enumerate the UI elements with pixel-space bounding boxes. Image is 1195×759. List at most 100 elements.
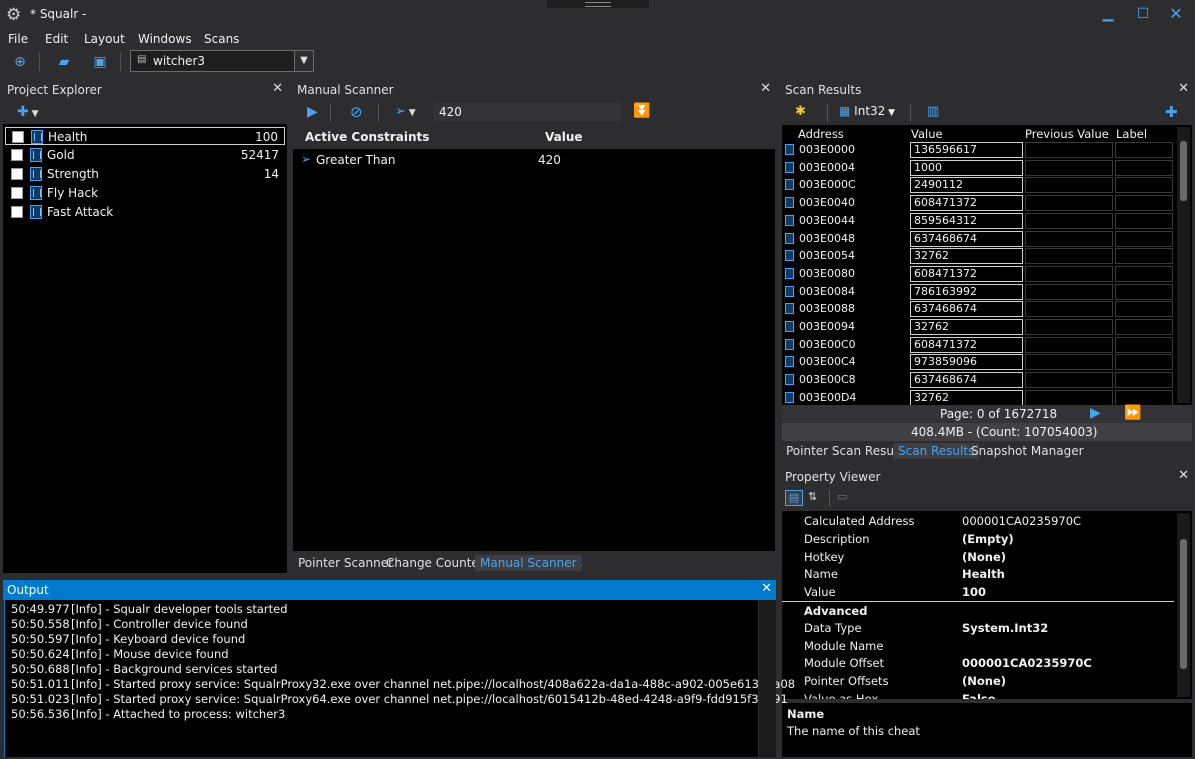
sort-alpha-icon[interactable]: ⇅ bbox=[808, 490, 817, 503]
project-item[interactable]: Health 100 bbox=[5, 127, 285, 145]
property-row[interactable]: Calculated Address 000001CA0235970C bbox=[782, 512, 1174, 530]
property-row[interactable]: Value as Hex False bbox=[782, 690, 1174, 699]
property-row[interactable]: Name Health bbox=[782, 565, 1174, 583]
table-row[interactable]: 003E00C0 608471372 bbox=[782, 336, 1174, 354]
project-item[interactable]: Fly Hack bbox=[5, 184, 285, 202]
play-icon[interactable]: ▶ bbox=[307, 104, 318, 120]
close-icon[interactable]: ✕ bbox=[760, 81, 771, 96]
property-value[interactable]: 000001CA0235970C bbox=[962, 656, 1092, 670]
value-cell[interactable]: 1000 bbox=[910, 159, 1023, 176]
crosshair-icon[interactable]: ⊕ bbox=[11, 53, 29, 71]
property-value[interactable]: False bbox=[962, 692, 996, 699]
menu-windows[interactable]: Windows bbox=[138, 32, 192, 46]
next-page-icon[interactable]: ▶ bbox=[1090, 405, 1101, 421]
property-row[interactable]: Module Name bbox=[782, 637, 1174, 655]
add-selected-icon[interactable]: ✱ bbox=[795, 104, 806, 119]
table-row[interactable]: 003E0094 32762 bbox=[782, 318, 1174, 336]
value-cell[interactable]: 608471372 bbox=[910, 195, 1023, 212]
property-value[interactable]: Health bbox=[962, 567, 1005, 581]
close-button[interactable]: ✕ bbox=[1163, 4, 1189, 24]
property-row[interactable]: Data Type System.Int32 bbox=[782, 619, 1174, 637]
property-value[interactable]: 100 bbox=[962, 585, 986, 599]
close-icon[interactable]: ✕ bbox=[272, 81, 283, 96]
property-pages-icon[interactable]: ▭ bbox=[837, 490, 847, 503]
property-section[interactable]: Advanced bbox=[782, 601, 1174, 619]
property-value[interactable]: (None) bbox=[962, 550, 1006, 564]
categorized-icon[interactable]: ▤ bbox=[785, 490, 803, 506]
menu-scans[interactable]: Scans bbox=[204, 32, 239, 46]
table-row[interactable]: 003E00C4 973859096 bbox=[782, 353, 1174, 371]
scan-value-input[interactable]: 420 bbox=[433, 102, 621, 122]
checkbox[interactable] bbox=[12, 131, 24, 143]
scrollbar[interactable] bbox=[1177, 513, 1190, 697]
drag-handle[interactable] bbox=[547, 0, 649, 8]
data-type-select[interactable]: ▦ Int32 ▼ bbox=[839, 104, 895, 118]
last-page-icon[interactable]: ⏩ bbox=[1124, 405, 1141, 421]
value-cell[interactable]: 2490112 bbox=[910, 177, 1023, 194]
table-row[interactable]: 003E000C 2490112 bbox=[782, 176, 1174, 194]
table-row[interactable]: 003E0004 1000 bbox=[782, 159, 1174, 177]
add-constraint-icon[interactable]: ⏬ bbox=[633, 103, 650, 119]
tab-change-counter[interactable]: Change Counter bbox=[381, 555, 489, 571]
property-row[interactable]: Pointer Offsets (None) bbox=[782, 672, 1174, 690]
checkbox[interactable] bbox=[11, 149, 23, 161]
property-value[interactable]: (None) bbox=[962, 674, 1006, 688]
table-row[interactable]: 003E0054 32762 bbox=[782, 247, 1174, 265]
maximize-button[interactable]: ☐ bbox=[1130, 4, 1156, 24]
value-cell[interactable]: 786163992 bbox=[910, 283, 1023, 300]
close-icon[interactable]: ✕ bbox=[1178, 81, 1189, 96]
variable-icon[interactable]: ▥ bbox=[927, 104, 939, 119]
value-cell[interactable]: 637468674 bbox=[910, 372, 1023, 389]
table-row[interactable]: 003E00D4 32762 bbox=[782, 389, 1174, 405]
add-item-button[interactable]: ✚ ▼ bbox=[17, 104, 47, 122]
property-value[interactable]: (Empty) bbox=[962, 532, 1014, 546]
table-row[interactable]: 003E0044 859564312 bbox=[782, 212, 1174, 230]
value-cell[interactable]: 637468674 bbox=[910, 230, 1023, 247]
property-row[interactable]: Module Offset 000001CA0235970C bbox=[782, 654, 1174, 672]
value-cell[interactable]: 32762 bbox=[910, 248, 1023, 265]
project-item[interactable]: Gold 52417 bbox=[5, 146, 285, 164]
menu-layout[interactable]: Layout bbox=[84, 32, 125, 46]
open-folder-icon[interactable]: ▰ bbox=[55, 53, 73, 71]
value-cell[interactable]: 32762 bbox=[910, 389, 1023, 405]
value-cell[interactable]: 608471372 bbox=[910, 336, 1023, 353]
cancel-icon[interactable]: ⊘ bbox=[350, 103, 363, 121]
tab-snapshot-manager[interactable]: Snapshot Manager bbox=[966, 443, 1089, 459]
table-row[interactable]: 003E0040 608471372 bbox=[782, 194, 1174, 212]
scrollbar-thumb[interactable] bbox=[1180, 539, 1187, 669]
checkbox[interactable] bbox=[11, 206, 23, 218]
constraint-row[interactable]: ➢ Greater Than 420 bbox=[293, 151, 775, 169]
value-cell[interactable]: 973859096 bbox=[910, 354, 1023, 371]
minimize-button[interactable]: ▁ bbox=[1095, 4, 1121, 24]
process-select[interactable]: ▤ witcher3 ▼ bbox=[130, 50, 314, 72]
value-cell[interactable]: 859564312 bbox=[910, 212, 1023, 229]
table-row[interactable]: 003E0048 637468674 bbox=[782, 230, 1174, 248]
menu-edit[interactable]: Edit bbox=[45, 32, 68, 46]
table-row[interactable]: 003E0088 637468674 bbox=[782, 300, 1174, 318]
add-icon[interactable]: ✚ bbox=[1165, 103, 1178, 121]
scrollbar[interactable] bbox=[759, 600, 776, 757]
table-row[interactable]: 003E00C8 637468674 bbox=[782, 371, 1174, 389]
project-item[interactable]: Fast Attack bbox=[5, 203, 285, 221]
close-icon[interactable]: ✕ bbox=[761, 581, 772, 596]
save-icon[interactable]: ▣ bbox=[91, 53, 109, 71]
constraint-type-button[interactable]: ➢ ▼ bbox=[395, 104, 416, 119]
value-cell[interactable]: 32762 bbox=[910, 319, 1023, 335]
checkbox[interactable] bbox=[11, 187, 23, 199]
menu-file[interactable]: File bbox=[8, 32, 28, 46]
project-item[interactable]: Strength 14 bbox=[5, 165, 285, 183]
property-value[interactable]: 000001CA0235970C bbox=[962, 514, 1081, 528]
scrollbar[interactable] bbox=[1177, 127, 1190, 403]
property-row[interactable]: Hotkey (None) bbox=[782, 548, 1174, 566]
checkbox[interactable] bbox=[11, 168, 23, 180]
table-row[interactable]: 003E0000 136596617 bbox=[782, 141, 1174, 159]
close-icon[interactable]: ✕ bbox=[1178, 468, 1189, 483]
scrollbar-thumb[interactable] bbox=[1180, 141, 1187, 201]
table-row[interactable]: 003E0084 786163992 bbox=[782, 283, 1174, 301]
tab-manual-scanner[interactable]: Manual Scanner bbox=[475, 555, 582, 571]
property-row[interactable]: Description (Empty) bbox=[782, 530, 1174, 548]
property-value[interactable]: System.Int32 bbox=[962, 621, 1048, 635]
property-row[interactable]: Value 100 bbox=[782, 583, 1174, 601]
table-row[interactable]: 003E0080 608471372 bbox=[782, 265, 1174, 283]
chevron-down-icon[interactable]: ▼ bbox=[294, 51, 313, 71]
